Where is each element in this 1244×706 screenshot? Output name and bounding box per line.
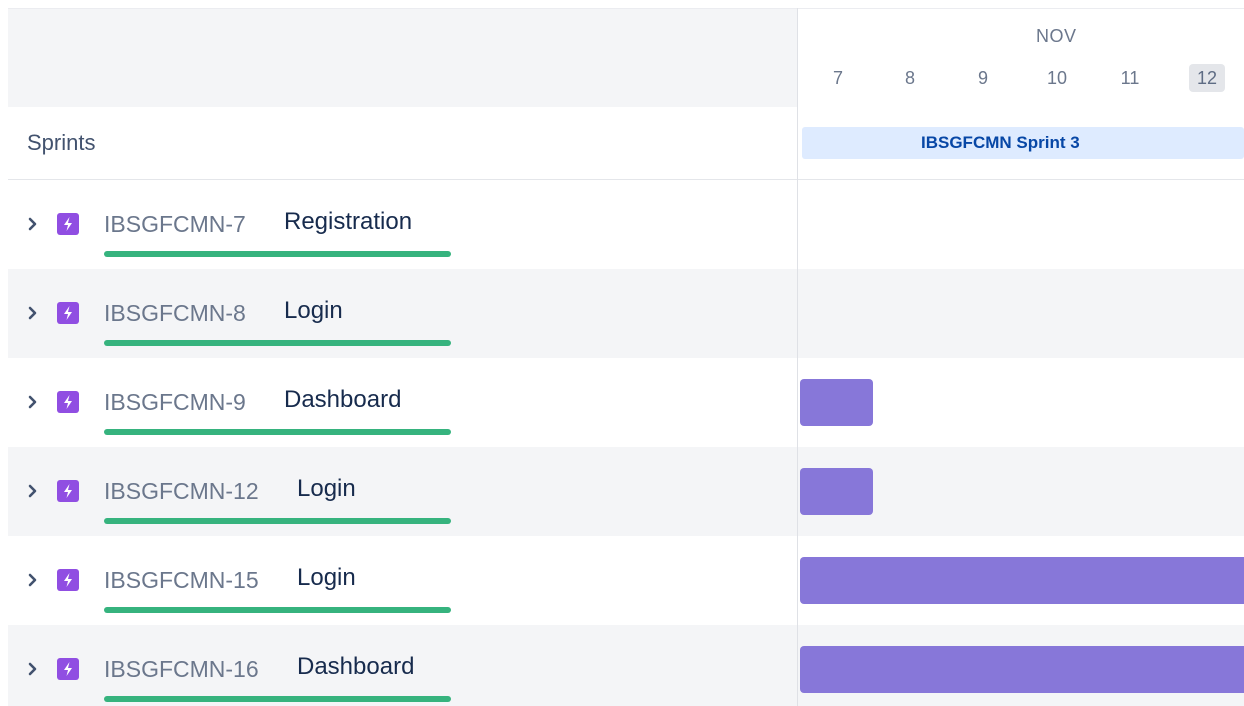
gantt-bar[interactable] <box>800 646 1244 693</box>
epic-lightning-icon <box>57 302 79 324</box>
issue-key[interactable]: IBSGFCMN-15 <box>104 567 259 594</box>
chevron-right-icon[interactable] <box>25 481 41 501</box>
timeline-day: 11 <box>1120 68 1140 88</box>
issue-key[interactable]: IBSGFCMN-7 <box>104 211 246 238</box>
progress-bar <box>104 607 451 613</box>
chevron-right-icon[interactable] <box>25 570 41 590</box>
chevron-right-icon[interactable] <box>25 214 41 234</box>
timeline-day: 9 <box>977 68 988 88</box>
epic-lightning-icon <box>57 213 79 235</box>
issue-key[interactable]: IBSGFCMN-16 <box>104 656 259 683</box>
progress-bar <box>104 340 451 346</box>
gantt-bar[interactable] <box>800 379 873 426</box>
progress-bar <box>104 518 451 524</box>
chevron-right-icon[interactable] <box>25 659 41 679</box>
chevron-right-icon[interactable] <box>25 392 41 412</box>
progress-bar <box>104 429 451 435</box>
issue-title[interactable]: Dashboard <box>297 653 414 681</box>
progress-bar <box>104 696 451 702</box>
gantt-bar[interactable] <box>800 557 1244 604</box>
epic-lightning-icon <box>57 391 79 413</box>
issue-key[interactable]: IBSGFCMN-9 <box>104 389 246 416</box>
list-header <box>8 8 797 108</box>
epic-lightning-icon <box>57 480 79 502</box>
timeline-header <box>798 8 1244 108</box>
timeline-day-today: 12 <box>1189 64 1225 92</box>
issue-key[interactable]: IBSGFCMN-12 <box>104 478 259 505</box>
chevron-right-icon[interactable] <box>25 303 41 323</box>
gantt-bar[interactable] <box>800 468 873 515</box>
epic-lightning-icon <box>57 658 79 680</box>
issue-title[interactable]: Login <box>297 564 356 592</box>
timeline-month: NOV <box>1036 26 1077 46</box>
column-divider[interactable] <box>797 8 798 706</box>
epic-lightning-icon <box>57 569 79 591</box>
issue-title[interactable]: Login <box>297 475 356 503</box>
issue-title[interactable]: Dashboard <box>284 386 401 414</box>
sprints-label: Sprints <box>27 130 96 155</box>
issue-key[interactable]: IBSGFCMN-8 <box>104 300 246 327</box>
sprint-bar[interactable]: IBSGFCMN Sprint 3 <box>802 127 1244 159</box>
roadmap-view: NOV 7 8 9 10 11 12 Sprints IBSGFCMN Spri… <box>0 0 1244 706</box>
timeline-day: 7 <box>832 68 843 88</box>
timeline-day: 8 <box>904 68 915 88</box>
timeline-day: 10 <box>1046 68 1068 88</box>
issue-title[interactable]: Registration <box>284 208 412 236</box>
progress-bar <box>104 251 451 257</box>
issue-title[interactable]: Login <box>284 297 343 325</box>
